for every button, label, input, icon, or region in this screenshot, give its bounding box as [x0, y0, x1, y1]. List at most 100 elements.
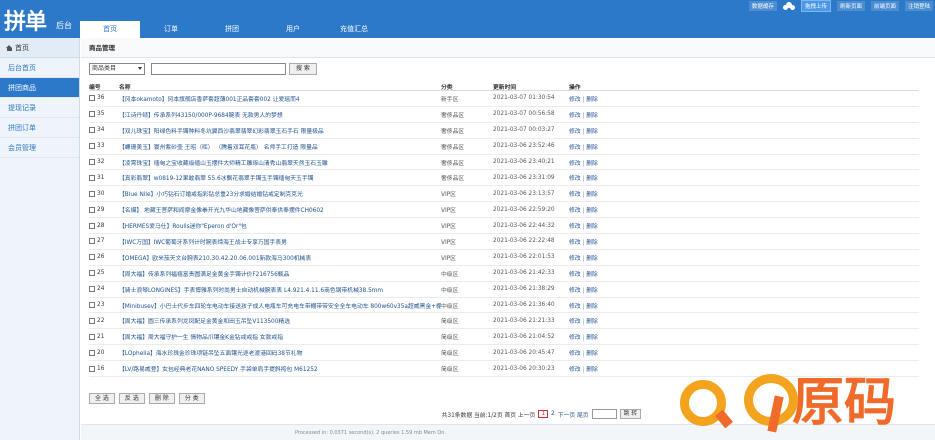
row-edit-link[interactable]: 修改 [569, 176, 581, 182]
row-delete-link[interactable]: 删除 [586, 161, 598, 167]
row-delete-link[interactable]: 删除 [586, 113, 598, 119]
row-edit-link[interactable]: 修改 [569, 145, 581, 151]
row-product-name[interactable]: 【名爆】 地藏王菩萨和阎摩金像拳开光九华山地藏像菩萨供奉供奉摆件CH0602 [119, 205, 441, 214]
row-edit-link[interactable]: 修改 [569, 113, 581, 119]
row-delete-link[interactable]: 删除 [586, 192, 598, 198]
nav-users[interactable]: 用户 [263, 21, 323, 38]
row-product-name[interactable]: 【HERMES爱马仕】Roulis迷你"Eperon d'Or"包 [119, 221, 441, 230]
row-product-name[interactable]: 【IWC万国】IWC葡萄牙系列计时腕表缔海王战士专享万国手表男 [119, 237, 441, 246]
row-checkbox[interactable] [89, 238, 95, 245]
row-checkbox[interactable] [89, 222, 95, 229]
nav-home[interactable]: 首页 [80, 21, 140, 38]
row-checkbox[interactable] [89, 286, 95, 293]
sidebar-item-members[interactable]: 会员管理 [0, 138, 79, 158]
row-checkbox[interactable] [89, 127, 95, 134]
sidebar-item-dashboard[interactable]: 后台首页 [0, 58, 79, 78]
row-product-name[interactable]: 【Blue Nile】小巧钻石订婚戒指彩钻总重23分求婚结婚钻戒定制克克光 [119, 189, 441, 198]
pager-jump-button[interactable]: 跳 转 [619, 409, 641, 419]
category-select[interactable]: 商品类目 [89, 63, 145, 75]
row-delete-link[interactable]: 删除 [586, 208, 598, 214]
delete-button[interactable]: 删 除 [148, 393, 175, 404]
row-delete-link[interactable]: 删除 [586, 304, 598, 310]
row-delete-link[interactable]: 删除 [586, 335, 598, 341]
row-edit-link[interactable]: 修改 [569, 288, 581, 294]
row-checkbox[interactable] [89, 270, 95, 277]
row-product-name[interactable]: 【江诗丹顿】传承系列43150/000P-9684腕表 无款男人的梦想 [119, 110, 441, 119]
sidebar-item-group-products[interactable]: 拼团商品 [0, 78, 79, 98]
row-edit-link[interactable]: 修改 [569, 192, 581, 198]
row-delete-link[interactable]: 删除 [586, 97, 598, 103]
row-category: 简级区 [441, 319, 459, 326]
row-edit-link[interactable]: 修改 [569, 224, 581, 230]
select-all-button[interactable]: 全 选 [89, 393, 115, 404]
pager-page-2[interactable]: 2 [551, 411, 555, 417]
row-checkbox[interactable] [89, 95, 95, 102]
invert-selection-button[interactable]: 反 选 [118, 393, 145, 404]
row-product-name[interactable]: 【Minibusev】小巴士代步车四轮车电动车接送孩子成人电瓶车可充电车带棚带带… [119, 301, 441, 310]
row-product-name[interactable]: 【骑士浪琴LONGINES】手表博雅系列时尚男士自动机械腕表表 L4.921.4… [119, 285, 441, 294]
row-checkbox[interactable] [89, 349, 95, 356]
pager-next-last[interactable]: 下一页 尾页 [558, 410, 589, 419]
row-delete-link[interactable]: 删除 [586, 240, 598, 246]
row-product-name[interactable]: 【螺珊美玉】寰州紫砂壶 王昭（晖） （腾着双耳花瓶） 名师手工打造 限量品 [119, 142, 441, 151]
row-product-name[interactable]: 【LOphelia】海水珍珠金珍珠项链吊坠五面镶光逐老渡港回码38节礼物 [119, 348, 441, 357]
cache-link[interactable]: 数据缓存 [748, 1, 777, 11]
row-product-name[interactable]: 【凌霄珠宝】缅甸之宝收藏级缅山玉摆件大师精工雕琢山清秀山翡翠天然玉石玉雕 [119, 158, 441, 167]
row-delete-link[interactable]: 删除 [586, 319, 598, 325]
search-button[interactable]: 搜 索 [289, 63, 317, 75]
row-edit-link[interactable]: 修改 [569, 272, 581, 278]
search-input[interactable] [151, 63, 286, 75]
row-product-name[interactable]: 【LV/路易威登】女包经典老花NANO SPEEDY 手袋单肩手提斜挎包 M61… [119, 364, 441, 373]
row-checkbox[interactable] [89, 302, 95, 309]
pager-jump-input[interactable] [591, 409, 617, 419]
row-delete-link[interactable]: 删除 [586, 145, 598, 151]
sidebar-item-group-orders[interactable]: 拼团订单 [0, 118, 79, 138]
row-delete-link[interactable]: 删除 [586, 129, 598, 135]
row-edit-link[interactable]: 修改 [569, 240, 581, 246]
row-checkbox[interactable] [89, 317, 95, 324]
logo[interactable]: 拼单 后台 [4, 4, 72, 36]
row-checkbox[interactable] [89, 174, 95, 181]
row-checkbox[interactable] [89, 333, 95, 340]
row-delete-link[interactable]: 删除 [586, 176, 598, 182]
row-product-name[interactable]: 【OMEGA】欧米茄天文台腕表210.30.42.20.06.001新款海马30… [119, 253, 441, 262]
row-delete-link[interactable]: 删除 [586, 367, 598, 373]
frontend-link[interactable]: 前端页面 [870, 1, 899, 11]
row-delete-link[interactable]: 删除 [586, 351, 598, 357]
row-checkbox[interactable] [89, 206, 95, 213]
nav-group-buy[interactable]: 拼团 [202, 21, 262, 38]
row-product-name[interactable]: 【双儿珠宝】阳绿色料手镯种料冬坑翼西沙翡翠翡翠幻彩翡翠玉石手石 限量极品 [119, 126, 441, 135]
row-product-name[interactable]: 【真彩翡翠】w0819-12果敢翡翠 55.6冰飘花翡翠手镯玉手镯缅甸天玉手镯 [119, 173, 441, 182]
row-edit-link[interactable]: 修改 [569, 129, 581, 135]
row-delete-link[interactable]: 删除 [586, 224, 598, 230]
row-product-name[interactable]: 【冈本okamoto】冈本旗舰店香萨套超薄001正品套套002 让爱瑶而4 [119, 94, 441, 103]
row-delete-link[interactable]: 删除 [586, 272, 598, 278]
row-checkbox[interactable] [89, 111, 95, 118]
row-checkbox[interactable] [89, 254, 95, 261]
row-checkbox[interactable] [89, 365, 95, 372]
row-product-name[interactable]: 【周大福】周大福守护一生 情物品爪镶金K金钻戒戒指 女款戒指 [119, 332, 441, 341]
logout-link[interactable]: 注销登陆 [904, 1, 933, 11]
row-edit-link[interactable]: 修改 [569, 208, 581, 214]
row-edit-link[interactable]: 修改 [569, 304, 581, 310]
upload-button[interactable]: 拖拽上传 [800, 0, 831, 12]
row-checkbox[interactable] [89, 159, 95, 165]
row-edit-link[interactable]: 修改 [569, 351, 581, 357]
row-product-name[interactable]: 【周大福】圆三传承系列龙凤配足金黄金和田玉吊坠V113500精选 [119, 316, 441, 325]
row-edit-link[interactable]: 修改 [569, 97, 581, 103]
category-button[interactable]: 分 类 [178, 393, 205, 404]
nav-orders[interactable]: 订单 [141, 21, 201, 38]
row-edit-link[interactable]: 修改 [569, 319, 581, 325]
row-edit-link[interactable]: 修改 [569, 367, 581, 373]
row-delete-link[interactable]: 删除 [586, 288, 598, 294]
row-edit-link[interactable]: 修改 [569, 161, 581, 167]
row-edit-link[interactable]: 修改 [569, 256, 581, 262]
row-checkbox[interactable] [89, 190, 95, 197]
refresh-link[interactable]: 刷新页面 [836, 1, 865, 11]
sidebar-item-withdrawals[interactable]: 提现记录 [0, 98, 79, 118]
row-checkbox[interactable] [89, 143, 95, 150]
nav-recharge[interactable]: 充值汇总 [324, 21, 384, 38]
row-product-name[interactable]: 【周大福】传承系列福禧富贵圆满足金黄金手镯计价F216756甄品 [119, 269, 441, 278]
row-edit-link[interactable]: 修改 [569, 335, 581, 341]
row-delete-link[interactable]: 删除 [586, 256, 598, 262]
